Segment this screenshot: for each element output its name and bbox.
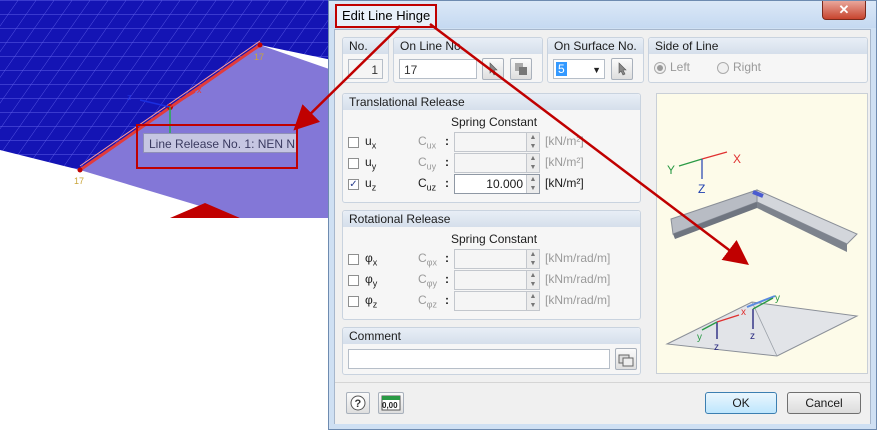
annotation-overlay bbox=[293, 23, 749, 266]
annotation-arrow-diagram bbox=[429, 23, 749, 266]
annotation-arrow-title bbox=[293, 25, 401, 131]
